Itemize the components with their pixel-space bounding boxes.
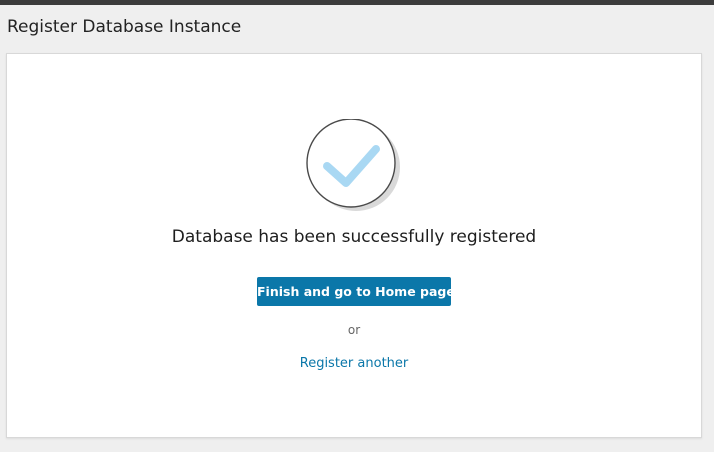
register-another-container: Register another	[7, 355, 701, 373]
finish-go-home-button[interactable]: Finish and go to Home page	[257, 277, 455, 306]
page-title: Register Database Instance	[7, 17, 242, 37]
or-separator: or	[347, 323, 361, 337]
success-message: Database has been successfully registere…	[171, 227, 537, 247]
top-bar	[0, 0, 714, 5]
register-another-link[interactable]: Register another	[300, 356, 409, 371]
checkmark-circle-icon	[305, 118, 405, 213]
result-card: Database has been successfully registere…	[6, 53, 702, 438]
